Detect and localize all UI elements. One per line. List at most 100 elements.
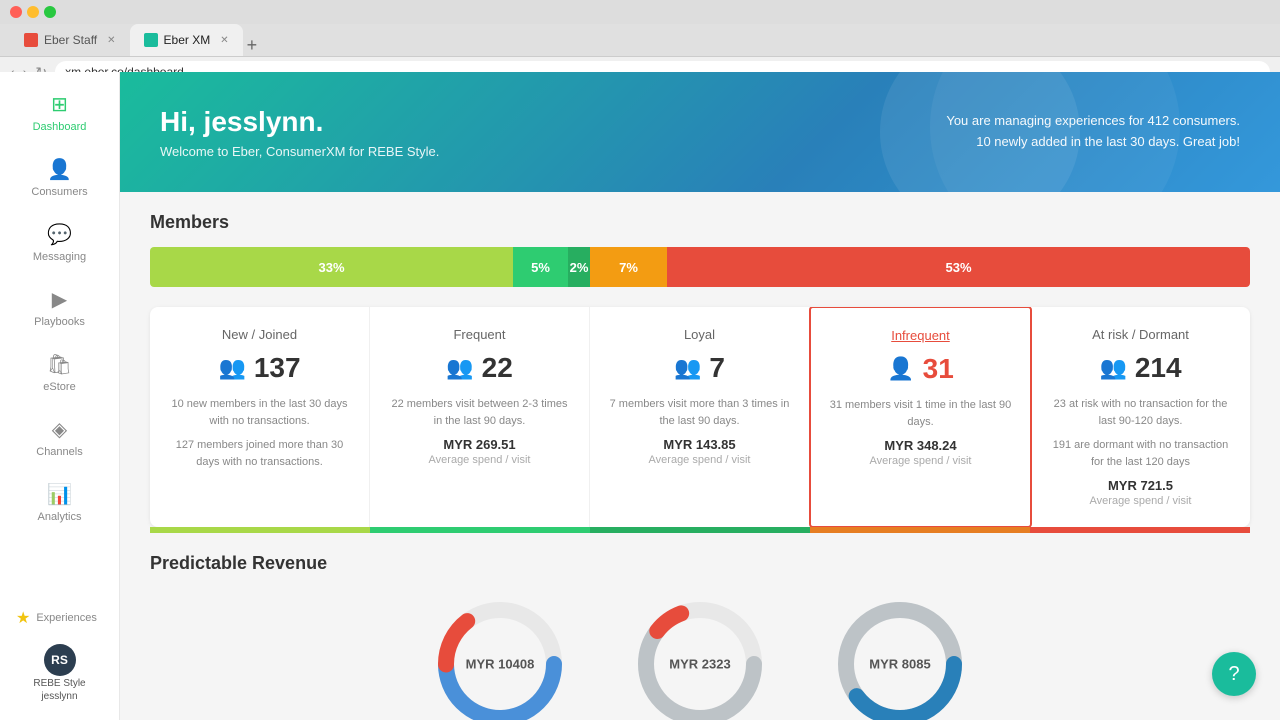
donut-1: MYR 10408: [430, 594, 570, 720]
sidebar-item-experiences[interactable]: ★ Experiences: [8, 600, 111, 636]
sidebar-label-playbooks: Playbooks: [34, 316, 85, 328]
sidebar-label-analytics: Analytics: [37, 511, 81, 523]
revenue-section: Predictable Revenue MYR 10408: [150, 553, 1250, 720]
sidebar-item-analytics[interactable]: 📊 Analytics: [0, 472, 119, 533]
sidebar-item-channels[interactable]: ◈ Channels: [0, 407, 119, 468]
avatar: RS: [44, 644, 76, 676]
members-icon-at-risk: 👥: [1099, 355, 1126, 381]
main-content: Hi, jesslynn. Welcome to Eber, ConsumerX…: [120, 72, 1280, 720]
member-card-title-loyal: Loyal: [606, 327, 793, 342]
tab-label-eber-staff: Eber Staff: [44, 33, 97, 47]
member-card-loyal[interactable]: Loyal 👥 7 7 members visit more than 3 ti…: [590, 307, 810, 527]
bar-at-risk: 53%: [667, 247, 1250, 287]
spend-label-at-risk: Average spend / visit: [1047, 495, 1234, 507]
bar-loyal: 2%: [568, 247, 590, 287]
traffic-lights: [10, 6, 56, 18]
username: jesslynn: [41, 691, 77, 702]
bb-frequent: [370, 527, 590, 533]
channels-icon: ◈: [52, 417, 67, 442]
member-count-frequent: 👥 22: [386, 352, 573, 384]
members-cards-wrapper: New / Joined 👥 137 10 new members in the…: [150, 307, 1250, 533]
member-card-frequent[interactable]: Frequent 👥 22 22 members visit between 2…: [370, 307, 590, 527]
desc1-loyal: 7 members visit more than 3 times in the…: [606, 396, 793, 429]
members-title: Members: [150, 212, 1250, 233]
spend-loyal: MYR 143.85: [606, 437, 793, 452]
members-section: Members 33% 5% 2% 7% 5: [150, 212, 1250, 533]
desc1-new-joined: 10 new members in the last 30 days with …: [166, 396, 353, 429]
new-tab-button[interactable]: +: [247, 35, 258, 56]
star-icon: ★: [16, 608, 30, 628]
desc1-frequent: 22 members visit between 2-3 times in th…: [386, 396, 573, 429]
count-frequent: 22: [482, 352, 513, 384]
spend-label-loyal: Average spend / visit: [606, 454, 793, 466]
sidebar-item-estore[interactable]: 🛍 eStore: [0, 342, 119, 403]
close-traffic-light[interactable]: [10, 6, 22, 18]
fullscreen-traffic-light[interactable]: [44, 6, 56, 18]
tab-eber-staff[interactable]: Eber Staff ✕: [10, 24, 130, 56]
members-icon-infrequent: 👤: [887, 356, 914, 382]
revenue-chart-3: MYR 8085: [830, 594, 970, 720]
tabs-bar: Eber Staff ✕ Eber XM ✕ +: [0, 24, 1280, 56]
member-card-at-risk[interactable]: At risk / Dormant 👥 214 23 at risk with …: [1031, 307, 1250, 527]
sidebar-item-dashboard[interactable]: ⊞ Dashboard: [0, 82, 119, 143]
bar-new-joined: 33%: [150, 247, 513, 287]
greeting-text: Hi, jesslynn.: [160, 106, 439, 138]
sidebar-label-experiences: Experiences: [36, 612, 97, 624]
stats-line1: You are managing experiences for 412 con…: [946, 111, 1240, 132]
analytics-icon: 📊: [47, 482, 72, 507]
sidebar-item-playbooks[interactable]: ▶ Playbooks: [0, 277, 119, 338]
sidebar-item-consumers[interactable]: 👤 Consumers: [0, 147, 119, 208]
sidebar-item-messaging[interactable]: 💬 Messaging: [0, 212, 119, 273]
sidebar-user-brand[interactable]: RS REBE Style jesslynn: [8, 636, 111, 710]
count-at-risk: 214: [1135, 352, 1182, 384]
members-grid: New / Joined 👥 137 10 new members in the…: [150, 307, 1250, 527]
tab-label-eber-xm: Eber XM: [164, 33, 211, 47]
bar-infrequent: 7%: [590, 247, 667, 287]
member-card-title-frequent: Frequent: [386, 327, 573, 342]
member-count-loyal: 👥 7: [606, 352, 793, 384]
bb-infrequent: [810, 527, 1030, 533]
revenue-charts: MYR 10408 MYR 2323: [150, 594, 1250, 720]
hero-stats: You are managing experiences for 412 con…: [946, 111, 1240, 153]
tab-close-eber-staff[interactable]: ✕: [107, 35, 115, 46]
bottom-bars: [150, 527, 1250, 533]
desc2-new-joined: 127 members joined more than 30 days wit…: [166, 437, 353, 470]
members-icon-frequent: 👥: [446, 355, 473, 381]
sidebar-label-estore: eStore: [43, 381, 75, 393]
bar-frequent: 5%: [513, 247, 568, 287]
help-button[interactable]: ?: [1212, 652, 1256, 696]
count-new-joined: 137: [254, 352, 301, 384]
consumers-icon: 👤: [47, 157, 72, 182]
content-area: Members 33% 5% 2% 7% 5: [120, 192, 1280, 720]
count-loyal: 7: [709, 352, 725, 384]
stats-line2: 10 newly added in the last 30 days. Grea…: [946, 132, 1240, 153]
estore-icon: 🛍: [47, 352, 72, 377]
desc2-at-risk: 191 are dormant with no transaction for …: [1047, 437, 1234, 470]
donut-label-3: MYR 8085: [869, 657, 930, 672]
bb-new-joined: [150, 527, 370, 533]
members-bar: 33% 5% 2% 7% 53%: [150, 247, 1250, 287]
browser-chrome: Eber Staff ✕ Eber XM ✕ + ‹ › ↻: [0, 0, 1280, 72]
messaging-icon: 💬: [47, 222, 72, 247]
greeting-subtitle: Welcome to Eber, ConsumerXM for REBE Sty…: [160, 144, 439, 159]
member-count-infrequent: 👤 31: [827, 353, 1014, 385]
revenue-title: Predictable Revenue: [150, 553, 1250, 574]
member-count-new-joined: 👥 137: [166, 352, 353, 384]
donut-label-1: MYR 10408: [466, 657, 535, 672]
hero-banner: Hi, jesslynn. Welcome to Eber, ConsumerX…: [120, 72, 1280, 192]
tab-eber-xm[interactable]: Eber XM ✕: [130, 24, 243, 56]
revenue-chart-2: MYR 2323: [630, 594, 770, 720]
revenue-chart-1: MYR 10408: [430, 594, 570, 720]
members-icon-new: 👥: [218, 355, 245, 381]
member-card-infrequent[interactable]: Infrequent 👤 31 31 members visit 1 time …: [809, 307, 1032, 527]
tab-close-eber-xm[interactable]: ✕: [220, 35, 228, 46]
brand-name: REBE Style: [33, 678, 85, 689]
member-card-new-joined[interactable]: New / Joined 👥 137 10 new members in the…: [150, 307, 370, 527]
playbooks-icon: ▶: [52, 287, 67, 312]
spend-label-frequent: Average spend / visit: [386, 454, 573, 466]
hero-greeting: Hi, jesslynn. Welcome to Eber, ConsumerX…: [160, 106, 439, 159]
member-card-title-at-risk: At risk / Dormant: [1047, 327, 1234, 342]
member-card-title-infrequent[interactable]: Infrequent: [827, 328, 1014, 343]
spend-frequent: MYR 269.51: [386, 437, 573, 452]
minimize-traffic-light[interactable]: [27, 6, 39, 18]
